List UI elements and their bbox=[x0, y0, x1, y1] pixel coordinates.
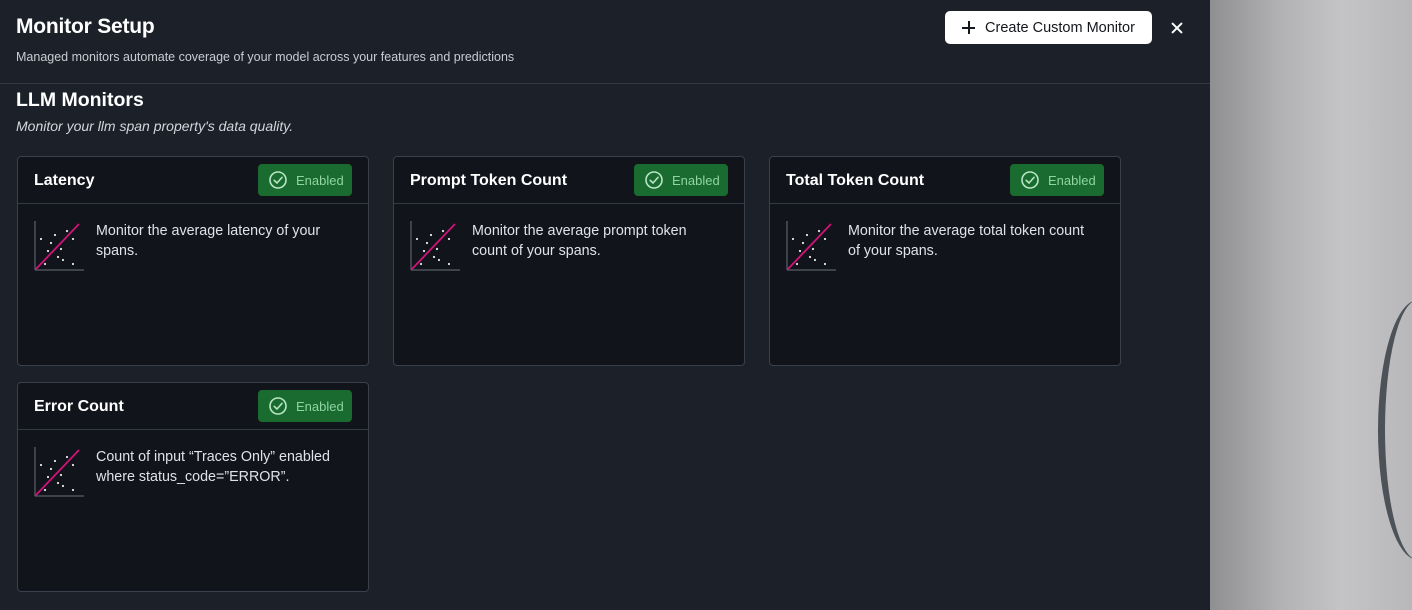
check-circle-icon bbox=[269, 397, 287, 415]
page-title: Monitor Setup bbox=[16, 15, 155, 38]
monitor-card-error-count[interactable]: Error Count Enabled Count of input “Trac… bbox=[17, 382, 369, 592]
scatter-chart-icon bbox=[34, 221, 84, 271]
card-description: Count of input “Traces Only” enabled whe… bbox=[96, 449, 330, 485]
status-badge: Enabled bbox=[296, 398, 344, 414]
monitor-card-prompt-token-count[interactable]: Prompt Token Count Enabled Monitor the a… bbox=[393, 156, 745, 366]
background-wallpaper bbox=[1210, 0, 1412, 610]
card-title: Total Token Count bbox=[786, 172, 925, 189]
enabled-toggle[interactable]: Enabled bbox=[1010, 164, 1104, 196]
card-title: Latency bbox=[34, 172, 95, 189]
monitor-setup-panel: Monitor Setup Managed monitors automate … bbox=[0, 0, 1210, 610]
monitor-card-total-token-count[interactable]: Total Token Count Enabled Monitor the av… bbox=[769, 156, 1121, 366]
card-description: Monitor the average total token count of… bbox=[848, 223, 1085, 259]
enabled-toggle[interactable]: Enabled bbox=[258, 164, 352, 196]
check-circle-icon bbox=[1021, 171, 1039, 189]
status-badge: Enabled bbox=[672, 172, 720, 188]
plus-icon bbox=[962, 21, 976, 34]
page-subtitle: Managed monitors automate coverage of yo… bbox=[16, 50, 515, 64]
section-subtitle: Monitor your llm span property's data qu… bbox=[16, 118, 294, 134]
card-header: Latency Enabled bbox=[18, 157, 368, 204]
card-description: Monitor the average latency of your span… bbox=[96, 223, 321, 259]
scatter-chart-icon bbox=[34, 447, 84, 497]
scatter-chart-icon bbox=[410, 221, 460, 271]
card-title: Prompt Token Count bbox=[410, 172, 568, 189]
card-header: Error Count Enabled bbox=[18, 383, 368, 430]
create-custom-monitor-label: Create Custom Monitor bbox=[985, 19, 1135, 36]
card-header: Total Token Count Enabled bbox=[770, 157, 1120, 204]
wallpaper-curve bbox=[1378, 300, 1412, 560]
card-header: Prompt Token Count Enabled bbox=[394, 157, 744, 204]
monitor-card-latency[interactable]: Latency Enabled Monitor the average late… bbox=[17, 156, 369, 366]
card-title: Error Count bbox=[34, 398, 124, 415]
status-badge: Enabled bbox=[1048, 172, 1096, 188]
create-custom-monitor-button[interactable]: Create Custom Monitor bbox=[945, 11, 1152, 44]
enabled-toggle[interactable]: Enabled bbox=[258, 390, 352, 422]
check-circle-icon bbox=[645, 171, 663, 189]
check-circle-icon bbox=[269, 171, 287, 189]
close-icon[interactable] bbox=[1166, 17, 1188, 39]
panel-header: Monitor Setup Managed monitors automate … bbox=[0, 0, 1210, 84]
section-title: LLM Monitors bbox=[16, 89, 144, 111]
scatter-chart-icon bbox=[786, 221, 836, 271]
enabled-toggle[interactable]: Enabled bbox=[634, 164, 728, 196]
card-description: Monitor the average prompt token count o… bbox=[472, 223, 687, 259]
status-badge: Enabled bbox=[296, 172, 344, 188]
